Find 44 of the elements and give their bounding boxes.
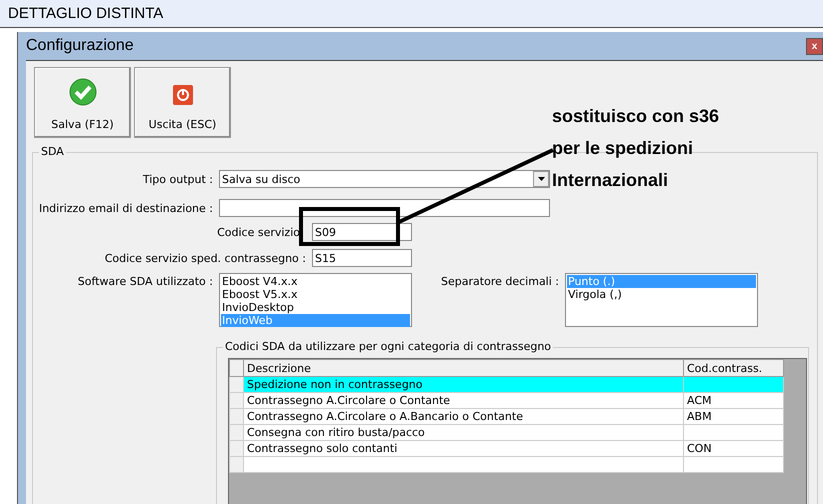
list-item[interactable]: InvioDesktop [221,301,410,314]
toolbar-button[interactable]: Uscita (ESC) [134,67,231,138]
row-header[interactable] [230,456,244,472]
caret-icon [533,171,549,187]
row-header [230,360,244,376]
row-header[interactable] [230,424,244,440]
field-label: Indirizzo email di destinazione : [38,202,213,214]
row-header[interactable] [230,392,244,408]
field-label: Codice servizio [216,226,300,238]
power-icon [172,84,194,106]
field-label: Separatore decimali : [440,275,559,288]
table-cell: Contrassegno solo contanti [244,440,684,456]
field-label: Software SDA utilizzato : [76,275,213,288]
row-header[interactable] [230,408,244,424]
group-title: Codici SDA da utilizzare per ogni categoria di contrassegno [223,340,554,353]
row-header[interactable] [230,440,244,456]
separator-list[interactable]: Punto (.) Virgola (,) [565,273,758,327]
column-header[interactable]: Descrizione [244,360,684,376]
list-item[interactable]: Virgola (,) [567,288,756,301]
dialog-title: Configurazione [26,37,134,55]
list-item[interactable]: Eboost V5.x.x [221,288,410,301]
table-cell: Contrassegno A.Circolare o A.Bancario o Contante [244,408,684,424]
close-button[interactable]: x [806,38,823,54]
output-type-dropdown[interactable]: Salva su disco [219,170,550,188]
annotation-text: sostituisco con s36 per le spedizioni Internazionali [552,105,720,192]
email-field[interactable] [219,199,550,217]
table-cell: ACM [684,392,784,408]
table-cell: ABM [684,408,784,424]
column-header[interactable]: Cod.contrass. [684,360,784,376]
field-label: Codice servizio sped. contrassegno : [104,252,306,264]
field-label: Tipo output : [142,172,213,186]
software-list[interactable]: Eboost V4.x.x Eboost V5.x.x InvioDesktop InvioWeb [219,273,412,327]
checkmark-icon [68,78,96,106]
table-cell: Consegna con ritiro busta/pacco [244,424,684,440]
service-code-field[interactable]: S09 [312,223,412,241]
table-cell: Spedizione non in contrassegno [244,376,684,392]
list-item[interactable]: Eboost V4.x.x [221,275,410,288]
cod-service-code-field[interactable]: S15 [312,249,412,267]
group-title: SDA [39,145,66,158]
window-title: DETTAGLIO DISTINTA [8,5,164,22]
table-cell: CON [684,440,784,456]
row-header[interactable] [230,376,244,392]
table-cell: Contrassegno A.Circolare o Contante [244,392,684,408]
toolbar-button[interactable]: Salva (F12) [34,67,131,138]
